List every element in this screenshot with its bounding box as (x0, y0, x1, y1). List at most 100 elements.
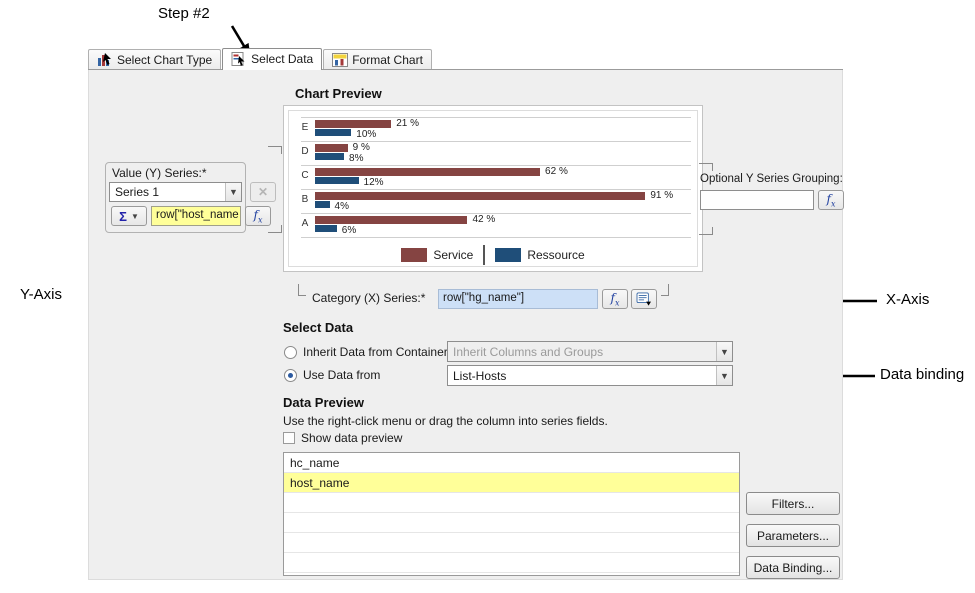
tab-label: Select Data (251, 52, 313, 66)
chevron-down-icon[interactable]: ▼ (225, 183, 241, 201)
annotation-x-axis: X-Axis (886, 291, 929, 308)
tab-label: Format Chart (352, 53, 423, 67)
legend-label-ressource: Ressource (527, 248, 584, 262)
x-expression-input[interactable]: row["hg_name"] (438, 289, 598, 309)
fx-icon: fx (254, 208, 263, 224)
fx-icon: fx (611, 291, 620, 307)
list-item[interactable] (284, 553, 739, 573)
axis-bracket-right-bottom (699, 227, 713, 235)
service-bar-label: 91 % (650, 190, 673, 201)
series-selector-value: Series 1 (110, 185, 225, 199)
chart-plot: E21 %10%D9 %8%C62 %12%B91 %4%A42 %6% (289, 117, 697, 243)
chart-category-group: B 91 % 4% (289, 189, 697, 213)
chart-category-label: B (297, 194, 313, 205)
tab-select-chart-type[interactable]: Select Chart Type (88, 49, 221, 69)
inherit-columns-value: Inherit Columns and Groups (448, 345, 716, 359)
annotation-step2: Step #2 (158, 5, 210, 22)
column-list[interactable]: hc_namehost_name (283, 452, 740, 576)
x-series-bracket-right (661, 284, 669, 296)
chart-gridline (301, 189, 691, 190)
x-fx-button[interactable]: fx (602, 289, 628, 309)
legend-swatch-ressource (495, 248, 521, 262)
ressource-bar-label: 6% (342, 225, 356, 236)
chart-legend: Service Ressource (289, 245, 697, 265)
legend-swatch-service (401, 248, 427, 262)
tab-label: Select Chart Type (117, 53, 212, 67)
dataset-value: List-Hosts (448, 369, 716, 383)
x-series-label: Category (X) Series:* (312, 291, 425, 305)
annotation-y-axis: Y-Axis (20, 286, 62, 303)
data-preview-heading: Data Preview (283, 395, 364, 410)
inherit-columns-combo[interactable]: Inherit Columns and Groups ▼ (447, 341, 733, 362)
chart-gridline (301, 165, 691, 166)
chart-preview: E21 %10%D9 %8%C62 %12%B91 %4%A42 %6% Ser… (283, 105, 703, 272)
axis-bracket-left-top (268, 146, 282, 154)
service-bar-label: 21 % (396, 118, 419, 129)
chart-category-label: D (297, 146, 313, 157)
remove-series-button[interactable]: ✕ (250, 182, 276, 202)
data-preview-hint: Use the right-click menu or drag the col… (283, 414, 608, 428)
show-data-preview-label: Show data preview (301, 431, 402, 445)
y-expression-input[interactable]: row["host_name (151, 206, 241, 226)
annotation-data-binding: Data binding (880, 366, 964, 383)
chart-category-label: E (297, 122, 313, 133)
service-bar-label: 62 % (545, 166, 568, 177)
legend-label-service: Service (433, 248, 473, 262)
use-data-label: Use Data from (303, 368, 380, 382)
chart-category-group: C 62 % 12% (289, 165, 697, 189)
ressource-bar-label: 12% (364, 177, 384, 188)
ressource-bar (315, 177, 359, 184)
axis-bracket-right-top (699, 163, 713, 171)
service-bar (315, 216, 467, 224)
list-item[interactable]: host_name (284, 473, 739, 493)
list-item[interactable] (284, 513, 739, 533)
ressource-bar (315, 225, 337, 232)
ressource-bar (315, 129, 351, 136)
y-fx-button[interactable]: fx (245, 206, 271, 226)
chart-category-group: E21 %10% (289, 117, 697, 141)
dataset-combo[interactable]: List-Hosts ▼ (447, 365, 733, 386)
service-bar (315, 120, 391, 128)
chart-category-label: C (297, 170, 313, 181)
grouping-fx-button[interactable]: fx (818, 190, 844, 210)
close-icon: ✕ (258, 185, 268, 199)
ressource-bar-label: 4% (335, 201, 349, 212)
chart-type-icon (97, 53, 113, 67)
edit-group-sorting-button[interactable] (631, 289, 657, 309)
axis-bracket-left-bottom (268, 225, 282, 233)
tab-format-chart[interactable]: Format Chart (323, 49, 432, 69)
legend-divider (483, 245, 485, 265)
grouping-input[interactable] (700, 190, 814, 210)
aggregate-function-button[interactable]: Σ ▼ (111, 206, 147, 226)
service-bar-label: 9 % (353, 142, 370, 153)
legend-item-service: Service (401, 248, 473, 262)
inherit-data-radio[interactable] (284, 346, 297, 359)
tab-select-data[interactable]: Select Data (222, 48, 322, 70)
show-data-preview-checkbox[interactable] (283, 432, 295, 444)
chart-category-group: A42 %6% (289, 213, 697, 237)
chart-preview-title: Chart Preview (295, 86, 382, 101)
ressource-bar-label: 8% (349, 153, 363, 164)
data-binding-button[interactable]: Data Binding... (746, 556, 840, 579)
chart-category-group: D 9 %8% (289, 141, 697, 165)
chart-category-label: A (297, 218, 313, 229)
tab-bar: Select Chart Type Select Data Fo (88, 48, 843, 70)
inherit-data-label: Inherit Data from Container (303, 345, 448, 359)
fx-icon: fx (827, 192, 836, 208)
ressource-bar (315, 201, 330, 208)
parameters-button[interactable]: Parameters... (746, 524, 840, 547)
group-sort-icon (636, 292, 652, 306)
use-data-radio[interactable] (284, 369, 297, 382)
chart-plot-area: E21 %10%D9 %8%C62 %12%B91 %4%A42 %6% Ser… (288, 110, 698, 267)
select-data-heading: Select Data (283, 320, 353, 335)
list-item[interactable] (284, 533, 739, 553)
list-item[interactable]: hc_name (284, 453, 739, 473)
ressource-bar (315, 153, 344, 160)
screenshot-root: Step #2 Y-Axis X-Axis Data binding Selec… (0, 0, 975, 593)
chevron-down-icon[interactable]: ▼ (716, 366, 732, 385)
chart-gridline (301, 213, 691, 214)
filters-button[interactable]: Filters... (746, 492, 840, 515)
series-selector[interactable]: Series 1 ▼ (109, 182, 242, 202)
list-item[interactable] (284, 493, 739, 513)
service-bar (315, 168, 540, 176)
